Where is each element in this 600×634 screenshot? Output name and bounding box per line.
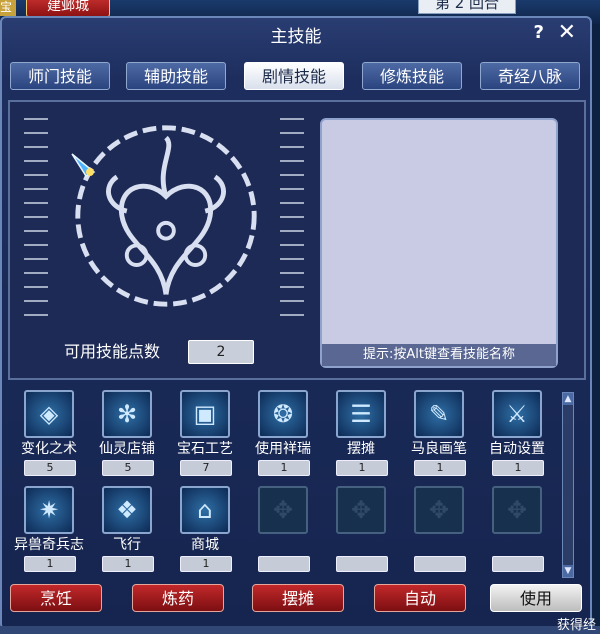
alchemy-button[interactable]: 炼药 [132, 584, 224, 612]
mirror-icon: ◈ [24, 390, 74, 438]
window-title: 主技能 [270, 27, 322, 47]
use-button[interactable]: 使用 [490, 584, 582, 612]
beast-icon: ❂ [258, 390, 308, 438]
skill-level: 5 [102, 460, 154, 476]
tab-meridians[interactable]: 奇经八脉 [480, 62, 580, 90]
skill-slot-auto-settings[interactable]: ⚔ 自动设置 1 [482, 390, 552, 476]
skill-level: 1 [336, 460, 388, 476]
tab-story-skills[interactable]: 剧情技能 [244, 62, 344, 90]
skill-level: 7 [180, 460, 232, 476]
skill-detail-panel: 可用技能点数 2 提示:按Alt键查看技能名称 [8, 100, 586, 380]
emblem-area [24, 112, 304, 327]
skill-level [492, 556, 544, 572]
skill-slot-flight[interactable]: ❖ 飞行 1 [92, 486, 162, 572]
skill-name: 自动设置 [489, 441, 545, 457]
skill-level: 1 [414, 460, 466, 476]
skill-slot-gem-craft[interactable]: ▣ 宝石工艺 7 [170, 390, 240, 476]
skill-slot-fairy-shop[interactable]: ✻ 仙灵店铺 5 [92, 390, 162, 476]
cook-button[interactable]: 烹饪 [10, 584, 102, 612]
game-bottom-bar [0, 626, 600, 634]
empty-slot-icon: ✥ [492, 486, 542, 534]
skill-level: 1 [258, 460, 310, 476]
skill-level: 1 [180, 556, 232, 572]
close-icon[interactable]: ✕ [558, 20, 576, 45]
skill-level [258, 556, 310, 572]
shop-icon: ✻ [102, 390, 152, 438]
auto-button[interactable]: 自动 [374, 584, 466, 612]
wings-icon: ❖ [102, 486, 152, 534]
skill-name: 商城 [191, 537, 219, 553]
action-bar: 烹饪 炼药 摆摊 自动 使用 [2, 584, 594, 616]
edge-label: 宝 [0, 0, 16, 16]
skill-slot-magic-brush[interactable]: ✎ 马良画笔 1 [404, 390, 474, 476]
brush-icon: ✎ [414, 390, 464, 438]
skill-slot-mall[interactable]: ⌂ 商城 1 [170, 486, 240, 572]
skill-level [336, 556, 388, 572]
weapon-icon: ✷ [24, 486, 74, 534]
alt-hint: 提示:按Alt键查看技能名称 [322, 344, 556, 366]
skill-name: 异兽奇兵志 [14, 537, 84, 553]
skill-points-label: 可用技能点数 [64, 342, 161, 361]
stall-button[interactable]: 摆摊 [252, 584, 344, 612]
skill-name: 使用祥瑞 [255, 441, 311, 457]
skill-grid-scrollbar[interactable]: ▲ ▼ [562, 392, 574, 578]
skill-slot-empty[interactable]: ✥ [248, 486, 318, 572]
skill-slot-transform[interactable]: ◈ 变化之术 5 [14, 390, 84, 476]
round-counter: 第 2 回合 [418, 0, 516, 14]
skill-name: 马良画笔 [411, 441, 467, 457]
tab-cultivation-skills[interactable]: 修炼技能 [362, 62, 462, 90]
skill-name: 飞行 [113, 537, 141, 553]
skill-level: 1 [24, 556, 76, 572]
skill-slot-empty[interactable]: ✥ [482, 486, 552, 572]
exp-gain-text: 获得经 [556, 618, 596, 633]
skill-grid: ◈ 变化之术 5 ✻ 仙灵店铺 5 ▣ 宝石工艺 7 ❂ 使用祥瑞 1 ☰ 摆摊… [10, 390, 570, 572]
skill-slot-beast-weapons[interactable]: ✷ 异兽奇兵志 1 [14, 486, 84, 572]
skill-level: 1 [492, 460, 544, 476]
feather-icon [71, 153, 96, 177]
skill-slot-empty[interactable]: ✥ [326, 486, 396, 572]
skill-slot-use-auspicious[interactable]: ❂ 使用祥瑞 1 [248, 390, 318, 476]
swords-icon: ⚔ [492, 390, 542, 438]
empty-slot-icon: ✥ [336, 486, 386, 534]
tab-school-skills[interactable]: 师门技能 [10, 62, 110, 90]
scroll-up-icon[interactable]: ▲ [563, 393, 573, 405]
scroll-down-icon[interactable]: ▼ [563, 565, 573, 577]
cloud-emblem-icon [75, 125, 257, 307]
tab-bar: 师门技能 辅助技能 剧情技能 修炼技能 奇经八脉 [10, 62, 590, 92]
skill-level [414, 556, 466, 572]
fret-ornament-left [24, 112, 48, 327]
skill-name: 宝石工艺 [177, 441, 233, 457]
stall-icon: ☰ [336, 390, 386, 438]
skill-name: 仙灵店铺 [99, 441, 155, 457]
skill-description-box: 提示:按Alt键查看技能名称 [320, 118, 558, 368]
skill-level: 1 [102, 556, 154, 572]
skill-slot-empty[interactable]: ✥ [404, 486, 474, 572]
fret-ornament-right [280, 112, 304, 327]
skill-points-value: 2 [188, 340, 254, 364]
skill-level: 5 [24, 460, 76, 476]
skill-name: 变化之术 [21, 441, 77, 457]
skill-window: 主技能 ? ✕ 师门技能 辅助技能 剧情技能 修炼技能 奇经八脉 可用技能点数 … [0, 16, 592, 630]
empty-slot-icon: ✥ [258, 486, 308, 534]
tab-assist-skills[interactable]: 辅助技能 [126, 62, 226, 90]
gem-icon: ▣ [180, 390, 230, 438]
empty-slot-icon: ✥ [414, 486, 464, 534]
store-icon: ⌂ [180, 486, 230, 534]
skill-name: 摆摊 [347, 441, 375, 457]
help-icon[interactable]: ? [534, 22, 544, 43]
skill-slot-stall[interactable]: ☰ 摆摊 1 [326, 390, 396, 476]
